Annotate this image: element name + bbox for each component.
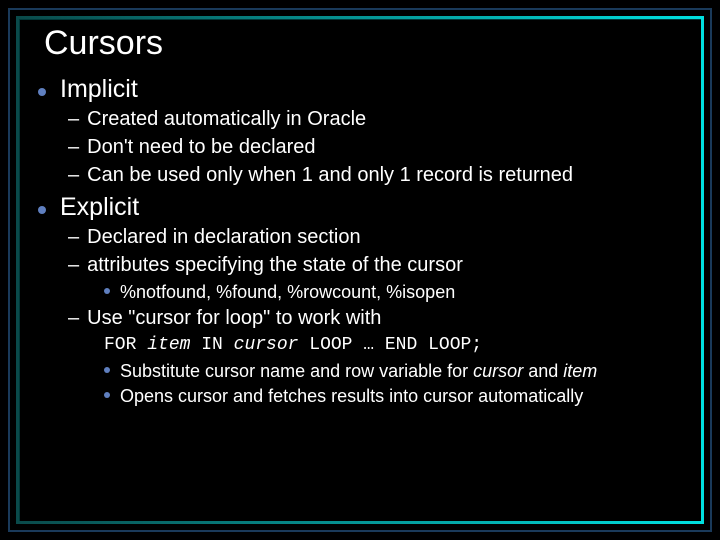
text-part: Substitute cursor name and row variable …: [120, 361, 473, 381]
dash-icon: –: [68, 106, 79, 133]
sub-item: – attributes specifying the state of the…: [68, 252, 696, 279]
sub-sub-item: %notfound, %found, %rowcount, %isopen: [104, 280, 696, 304]
sub-item: – Use "cursor for loop" to work with: [68, 305, 696, 332]
dash-icon: –: [68, 162, 79, 189]
disc-bullet-icon: [104, 288, 110, 294]
sub-sub-item: Substitute cursor name and row variable …: [104, 359, 696, 383]
code-kw: IN: [190, 335, 233, 355]
slide-content: Cursors Implicit – Created automatically…: [44, 24, 696, 516]
sub-text: Use "cursor for loop" to work with: [87, 305, 381, 332]
sub-text: Don't need to be declared: [87, 134, 315, 161]
slide-title: Cursors: [44, 24, 696, 63]
sub-item: – Can be used only when 1 and only 1 rec…: [68, 162, 696, 189]
disc-bullet-icon: [38, 206, 46, 214]
sub-sub-text: Opens cursor and fetches results into cu…: [120, 384, 583, 408]
bullet-text: Implicit: [60, 75, 138, 104]
disc-bullet-icon: [104, 367, 110, 373]
sub-text: Can be used only when 1 and only 1 recor…: [87, 162, 573, 189]
bullet-text: Explicit: [60, 193, 139, 222]
sub-item: – Declared in declaration section: [68, 224, 696, 251]
dash-icon: –: [68, 252, 79, 279]
sub-sub-text: %notfound, %found, %rowcount, %isopen: [120, 280, 455, 304]
disc-bullet-icon: [38, 88, 46, 96]
sub-text: Created automatically in Oracle: [87, 106, 366, 133]
dash-icon: –: [68, 305, 79, 332]
em-item: item: [563, 361, 597, 381]
em-cursor: cursor: [473, 361, 523, 381]
sub-text: attributes specifying the state of the c…: [87, 252, 463, 279]
code-kw: FOR: [104, 335, 147, 355]
code-kw: LOOP … END LOOP;: [298, 335, 482, 355]
bullet-explicit: Explicit: [38, 193, 696, 222]
sub-sub-item: Opens cursor and fetches results into cu…: [104, 384, 696, 408]
bullet-implicit: Implicit: [38, 75, 696, 104]
text-part: and: [523, 361, 563, 381]
sub-item: – Created automatically in Oracle: [68, 106, 696, 133]
dash-icon: –: [68, 224, 79, 251]
sub-item: – Don't need to be declared: [68, 134, 696, 161]
code-example: FOR item IN cursor LOOP … END LOOP;: [104, 333, 696, 357]
code-arg-item: item: [147, 335, 190, 355]
sub-text: Declared in declaration section: [87, 224, 361, 251]
dash-icon: –: [68, 134, 79, 161]
disc-bullet-icon: [104, 392, 110, 398]
sub-sub-text: Substitute cursor name and row variable …: [120, 359, 597, 383]
code-arg-cursor: cursor: [234, 335, 299, 355]
